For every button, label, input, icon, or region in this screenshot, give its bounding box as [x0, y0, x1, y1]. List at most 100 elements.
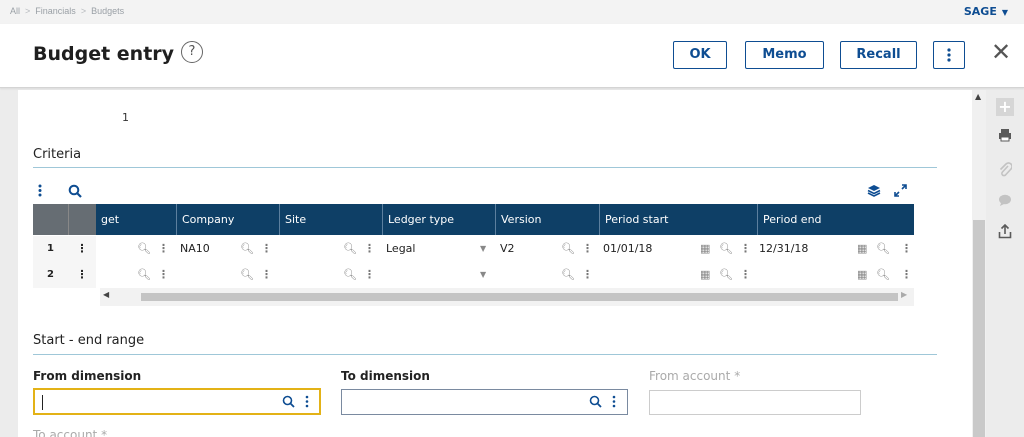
help-icon[interactable]: ?: [181, 41, 203, 63]
range-section-title: Start - end range: [33, 333, 145, 348]
criteria-grid: get Company Site Ledger type Version Per…: [33, 204, 914, 308]
search-icon[interactable]: 🔍︎: [343, 236, 357, 262]
row-menu-icon[interactable]: ⋮: [68, 236, 96, 262]
user-menu-label: SAGE: [963, 5, 997, 18]
expand-icon[interactable]: [894, 184, 907, 201]
kebab-icon[interactable]: ⋮: [582, 236, 593, 262]
cell-period-end[interactable]: 12/31/18: [759, 236, 808, 262]
scrollbar-thumb[interactable]: [973, 220, 985, 437]
table-row: 2 ⋮ 🔍︎ ⋮ 🔍︎ ⋮ 🔍︎ ⋮ ▼ 🔍︎ ⋮ ▦ 🔍︎ ⋮ ▦ 🔍︎ ⋮: [33, 262, 914, 288]
header-version[interactable]: Version: [495, 204, 599, 235]
from-dimension-field[interactable]: [33, 388, 321, 415]
required-mark: *: [101, 428, 108, 437]
breadcrumb-financials[interactable]: Financials: [35, 6, 76, 16]
kebab-icon[interactable]: ⋮: [261, 236, 272, 262]
cell-version[interactable]: V2: [500, 236, 515, 262]
search-icon[interactable]: 🔍︎: [561, 262, 575, 288]
from-account-label-text: From account: [649, 369, 731, 383]
comment-icon[interactable]: [986, 194, 1024, 211]
horizontal-scrollbar[interactable]: ◀ ▶: [33, 288, 914, 306]
search-icon[interactable]: 🔍︎: [240, 262, 254, 288]
search-icon[interactable]: 🔍︎: [561, 236, 575, 262]
row-number: 1: [33, 236, 68, 262]
section-divider: [33, 354, 937, 355]
header-rowmenu: [68, 204, 96, 235]
dropdown-arrow-icon[interactable]: ▼: [480, 236, 486, 262]
layers-icon[interactable]: [867, 184, 881, 201]
kebab-icon[interactable]: ⋮: [740, 236, 751, 262]
scrollbar-spacer: [33, 288, 100, 306]
dropdown-arrow-icon[interactable]: ▼: [480, 262, 486, 288]
kebab-icon[interactable]: ⋮: [582, 262, 593, 288]
kebab-icon[interactable]: ⋮: [261, 262, 272, 288]
close-icon[interactable]: ✕: [991, 39, 1011, 65]
grid-header: get Company Site Ledger type Version Per…: [33, 204, 914, 235]
calendar-icon[interactable]: ▦: [857, 236, 867, 262]
grid-search-icon[interactable]: [68, 184, 82, 202]
scroll-left-icon[interactable]: ◀: [103, 290, 109, 299]
search-icon[interactable]: [589, 395, 602, 411]
to-account-label-text: To account: [33, 428, 98, 437]
search-icon[interactable]: 🔍︎: [876, 236, 890, 262]
from-dimension-label: From dimension: [33, 369, 142, 383]
recall-button[interactable]: Recall: [840, 41, 917, 69]
header-period-start[interactable]: Period start: [599, 204, 757, 235]
scroll-up-icon[interactable]: ▲: [975, 92, 981, 101]
memo-button[interactable]: Memo: [745, 41, 824, 69]
search-icon[interactable]: 🔍︎: [137, 236, 151, 262]
scroll-right-icon[interactable]: ▶: [901, 290, 907, 299]
kebab-icon[interactable]: ⋮: [901, 262, 912, 288]
caret-down-icon: ▼: [1001, 8, 1008, 17]
kebab-icon[interactable]: ⋮: [158, 236, 169, 262]
search-icon[interactable]: 🔍︎: [343, 262, 357, 288]
cell-ledger-type[interactable]: Legal: [386, 236, 415, 262]
from-account-field[interactable]: [649, 390, 861, 415]
calendar-icon[interactable]: ▦: [700, 262, 710, 288]
breadcrumb: All > Financials > Budgets: [10, 6, 124, 16]
share-icon[interactable]: [986, 223, 1024, 243]
chevron-right-icon: >: [80, 6, 87, 16]
search-icon[interactable]: [282, 395, 295, 411]
required-mark: *: [734, 369, 741, 383]
grid-menu-icon[interactable]: [38, 184, 42, 201]
top-bar: All > Financials > Budgets SAGE ▼: [0, 0, 1024, 24]
vertical-scrollbar[interactable]: ▲: [972, 90, 986, 437]
scrollbar-thumb[interactable]: [141, 293, 898, 301]
kebab-icon[interactable]: ⋮: [740, 262, 751, 288]
header-ledger-type[interactable]: Ledger type: [382, 204, 495, 235]
add-icon[interactable]: +: [996, 98, 1014, 116]
print-icon[interactable]: [986, 128, 1024, 146]
kebab-icon[interactable]: ⋮: [364, 236, 375, 262]
row-number: 2: [33, 262, 68, 288]
breadcrumb-all[interactable]: All: [10, 6, 20, 16]
search-icon[interactable]: 🔍︎: [876, 262, 890, 288]
ok-button[interactable]: OK: [673, 41, 727, 69]
header-budget[interactable]: get: [96, 204, 176, 235]
kebab-icon[interactable]: ⋮: [158, 262, 169, 288]
top-value: 1: [122, 111, 129, 124]
page-title: Budget entry: [33, 43, 175, 65]
table-row: 1 ⋮ 🔍︎ ⋮ NA10 🔍︎ ⋮ 🔍︎ ⋮ Legal ▼ V2 🔍︎ ⋮ …: [33, 236, 914, 262]
search-icon[interactable]: 🔍︎: [719, 262, 733, 288]
header-site[interactable]: Site: [279, 204, 382, 235]
more-actions-button[interactable]: [933, 41, 965, 69]
to-dimension-field[interactable]: [341, 389, 628, 415]
search-icon[interactable]: 🔍︎: [240, 236, 254, 262]
row-menu-icon[interactable]: ⋮: [68, 262, 96, 288]
search-icon[interactable]: 🔍︎: [719, 236, 733, 262]
search-icon[interactable]: 🔍︎: [137, 262, 151, 288]
kebab-icon[interactable]: [305, 395, 309, 411]
cell-company[interactable]: NA10: [180, 236, 210, 262]
header-period-end[interactable]: Period end: [757, 204, 914, 235]
calendar-icon[interactable]: ▦: [857, 262, 867, 288]
header-company[interactable]: Company: [176, 204, 279, 235]
user-menu[interactable]: SAGE ▼: [964, 5, 1008, 18]
attachment-icon[interactable]: [986, 162, 1024, 182]
calendar-icon[interactable]: ▦: [700, 236, 710, 262]
kebab-icon[interactable]: [612, 395, 616, 411]
kebab-icon[interactable]: ⋮: [364, 262, 375, 288]
cell-period-start[interactable]: 01/01/18: [603, 236, 652, 262]
breadcrumb-budgets[interactable]: Budgets: [91, 6, 124, 16]
chevron-right-icon: >: [25, 6, 31, 16]
kebab-icon[interactable]: ⋮: [901, 236, 912, 262]
